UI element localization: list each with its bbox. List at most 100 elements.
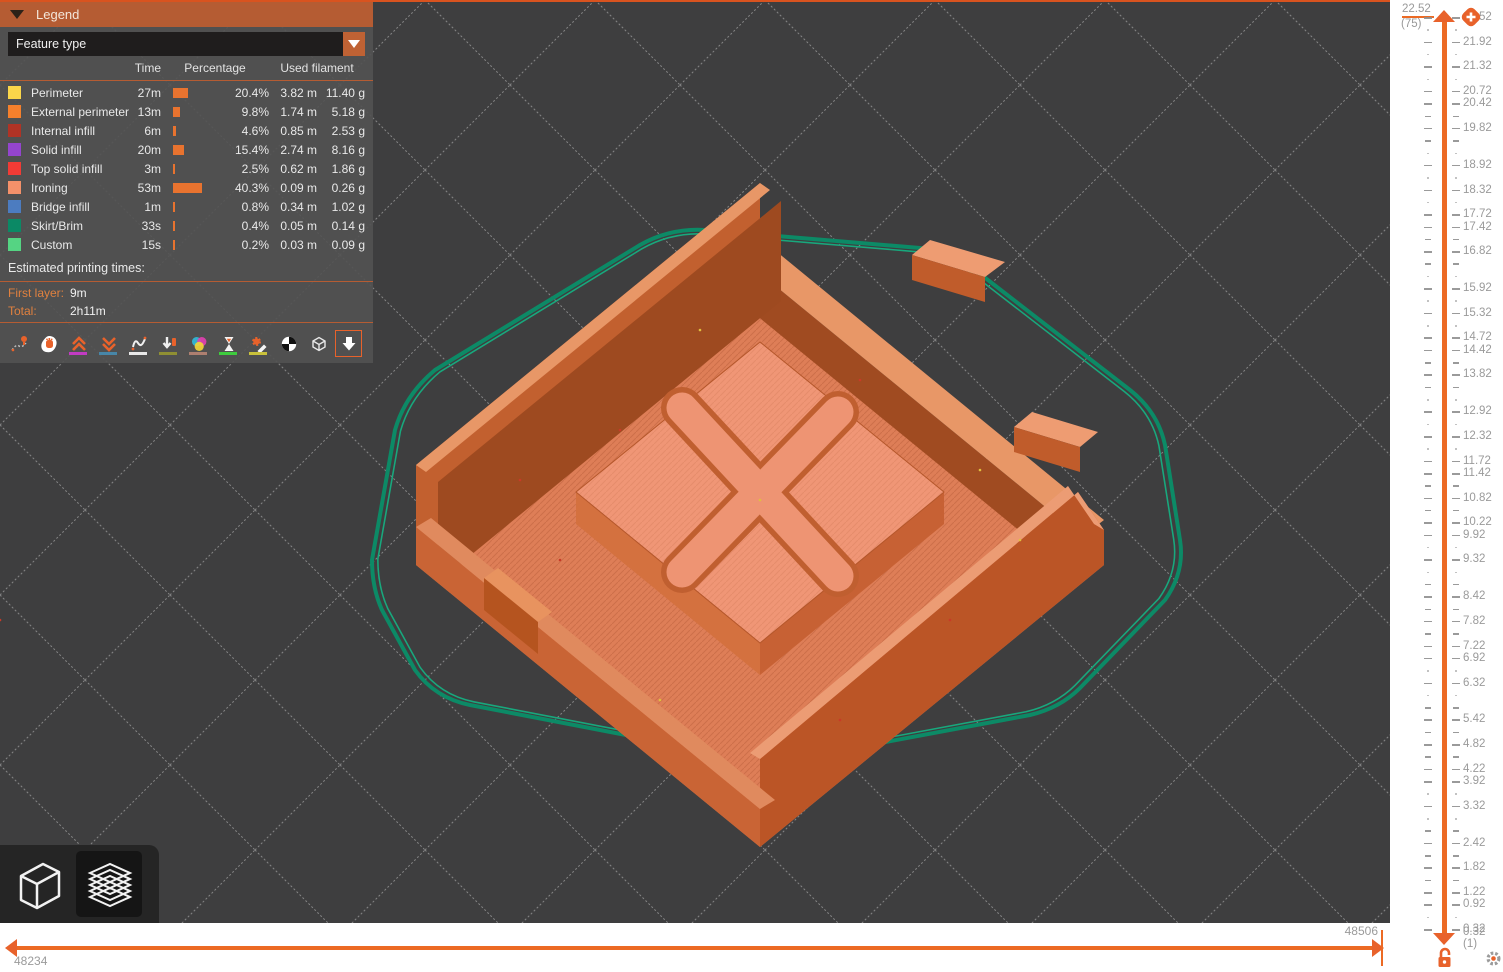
- layer-tick: [1424, 657, 1432, 660]
- tool-changes-icon[interactable]: [155, 330, 182, 357]
- lock-icon[interactable]: [1436, 947, 1454, 972]
- layer-slider-track[interactable]: [1442, 17, 1447, 941]
- layer-tick: [1426, 423, 1430, 426]
- layer-tick-label: 2.42: [1463, 836, 1486, 849]
- retractions-icon[interactable]: [65, 330, 92, 357]
- view-type-select[interactable]: Feature type: [8, 32, 365, 56]
- layer-tick: [1452, 103, 1460, 105]
- layer-tick-label: 21.92: [1463, 35, 1492, 48]
- view-type-value: Feature type: [16, 37, 87, 51]
- layer-tick: [1452, 164, 1460, 167]
- estimated-times-title: Estimated printing times:: [8, 261, 145, 275]
- legend-titlebar[interactable]: Legend: [0, 2, 373, 27]
- feature-label: Internal infill: [31, 123, 96, 138]
- layer-tick: [1452, 473, 1460, 475]
- tool-marker-icon[interactable]: [305, 330, 332, 357]
- layer-tick: [1452, 460, 1460, 463]
- feature-time: 33s: [141, 218, 161, 233]
- time-value: 9m: [70, 286, 87, 300]
- layer-tick: [1424, 17, 1432, 19]
- layer-tick: [1424, 781, 1432, 783]
- feature-percentage: 0.4%: [241, 218, 269, 233]
- layer-tick: [1424, 164, 1432, 167]
- upper-thumb-arrow[interactable]: [1433, 10, 1455, 22]
- layer-tick: [1452, 682, 1460, 684]
- layer-slider-column: 22.52 (75) 0.32 0.92 1.22 1.82 2.42 3.32 3.92 4…: [1390, 0, 1503, 970]
- layer-tick: [1426, 53, 1430, 56]
- feature-bar: [173, 87, 229, 98]
- layer-tick: [1453, 756, 1459, 758]
- layer-tick: [1453, 855, 1459, 857]
- feature-time: 3m: [144, 161, 161, 176]
- layer-tick-label: 16.82: [1463, 245, 1492, 258]
- layer-tick: [1454, 916, 1458, 919]
- layer-tick: [1425, 830, 1431, 832]
- layer-tick: [1424, 682, 1432, 684]
- move-slider-track[interactable]: [14, 946, 1376, 950]
- layer-tick: [1452, 744, 1460, 746]
- feature-length: 0.34 m: [280, 199, 317, 214]
- deretractions-icon[interactable]: [95, 330, 122, 357]
- view-switch-toolbar: [0, 845, 159, 923]
- feature-time: 1m: [144, 199, 161, 214]
- feature-length: 0.62 m: [280, 161, 317, 176]
- layer-tick: [1424, 374, 1432, 376]
- layer-tick: [1453, 263, 1459, 265]
- time-label: First layer:: [8, 286, 65, 300]
- seams-icon[interactable]: [125, 330, 152, 357]
- custom-gcode-icon[interactable]: [245, 330, 272, 357]
- layer-tick: [1424, 904, 1432, 906]
- pause-prints-icon[interactable]: [215, 330, 242, 357]
- legend-toggle-icon[interactable]: [335, 330, 362, 357]
- gear-icon[interactable]: [1485, 950, 1502, 970]
- feature-time: 6m: [144, 123, 161, 138]
- layer-tick-label: 3.32: [1463, 799, 1486, 812]
- layer-tick-label: 6.32: [1463, 676, 1486, 689]
- layer-tick: [1424, 768, 1432, 771]
- layer-tick-label: 6.92: [1463, 651, 1486, 664]
- feature-percentage: 9.8%: [241, 104, 269, 119]
- layer-tick: [1424, 226, 1432, 228]
- layer-tick: [1452, 226, 1460, 228]
- layer-tick: [1424, 436, 1432, 438]
- layer-tick: [1424, 522, 1432, 524]
- dropdown-button[interactable]: [343, 32, 365, 56]
- layer-tick-label: 10.82: [1463, 491, 1492, 504]
- feature-percentage: 0.2%: [241, 237, 269, 252]
- add-color-change-icon[interactable]: [1459, 5, 1483, 29]
- layer-tick-label: 5.42: [1463, 713, 1486, 726]
- layer-tick: [1426, 152, 1430, 155]
- feature-time: 53m: [137, 180, 161, 195]
- layer-tick-label: 12.32: [1463, 430, 1492, 443]
- color-changes-icon[interactable]: [185, 330, 212, 357]
- travels-icon[interactable]: [5, 330, 32, 357]
- shells-icon[interactable]: [275, 330, 302, 357]
- layer-tick: [1424, 103, 1432, 105]
- feature-label: External perimeter: [31, 104, 130, 119]
- lower-thumb-arrow[interactable]: [1433, 933, 1455, 945]
- layer-tick-label: 4.82: [1463, 738, 1486, 751]
- layer-tick-label: 7.82: [1463, 614, 1486, 627]
- layer-tick-label: 0.92: [1463, 898, 1486, 911]
- layer-tick: [1452, 867, 1460, 869]
- editor-view-button[interactable]: [6, 851, 72, 917]
- collapse-arrow-icon[interactable]: [10, 10, 24, 19]
- feature-weight: 11.40 g: [325, 85, 365, 100]
- layer-tick: [1426, 325, 1430, 327]
- feature-bar: [173, 182, 229, 193]
- feature-length: 2.74 m: [280, 142, 317, 157]
- layer-tick: [1425, 756, 1431, 758]
- layer-tick: [1452, 596, 1460, 598]
- printing-time-row: First layer: 9m: [0, 284, 373, 302]
- wipe-icon[interactable]: [35, 330, 62, 357]
- layer-tick-label: 14.42: [1463, 343, 1492, 356]
- layer-tick: [1453, 509, 1459, 512]
- layer-tick: [1453, 115, 1459, 118]
- feature-length: 0.03 m: [280, 237, 317, 252]
- layer-tick: [1454, 571, 1458, 574]
- feature-color-swatch: [8, 86, 21, 99]
- layer-tick-label: 17.42: [1463, 220, 1492, 233]
- preview-view-button[interactable]: [76, 851, 142, 917]
- layer-tick: [1424, 473, 1432, 475]
- layer-tick: [1425, 731, 1431, 734]
